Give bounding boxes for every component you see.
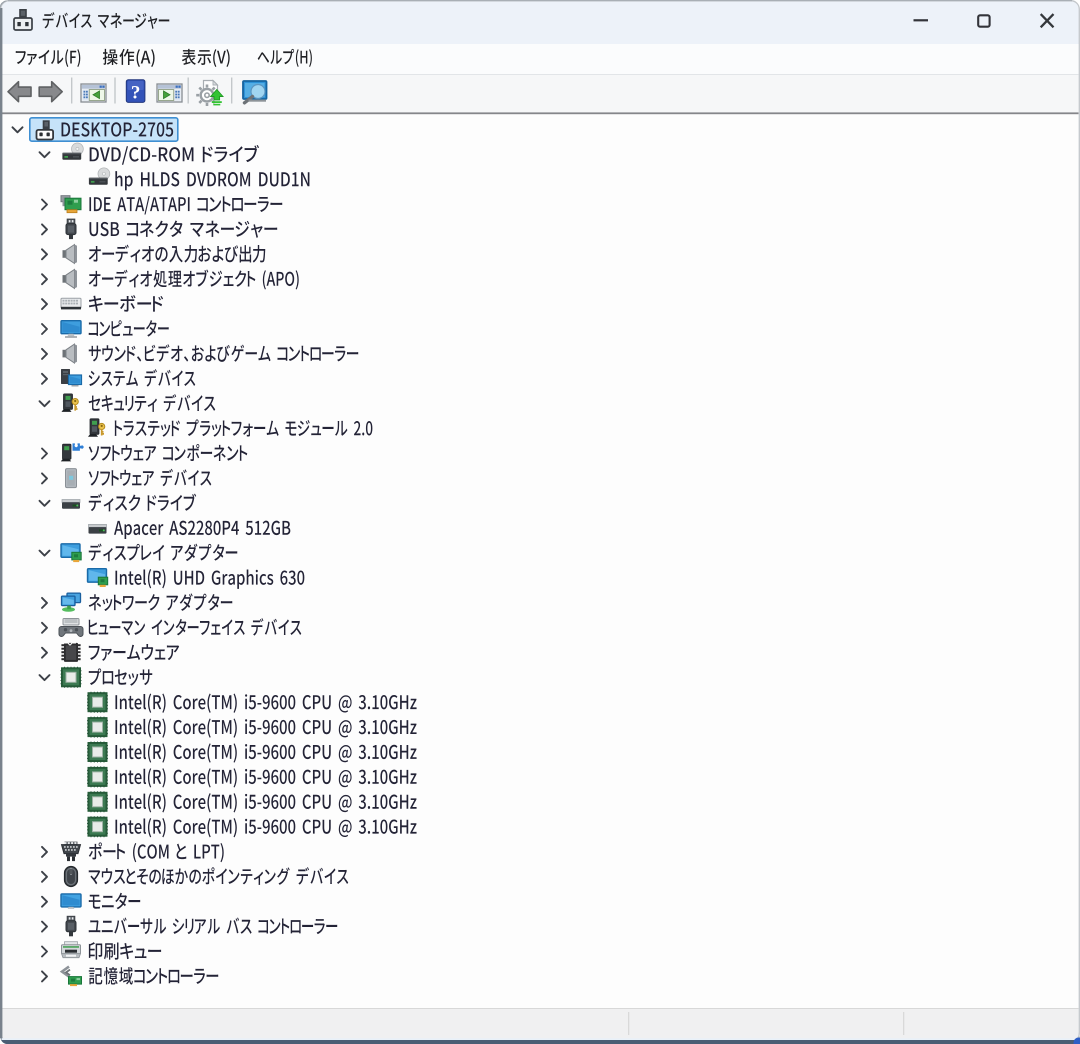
svg-text:?: ? [131, 82, 141, 103]
